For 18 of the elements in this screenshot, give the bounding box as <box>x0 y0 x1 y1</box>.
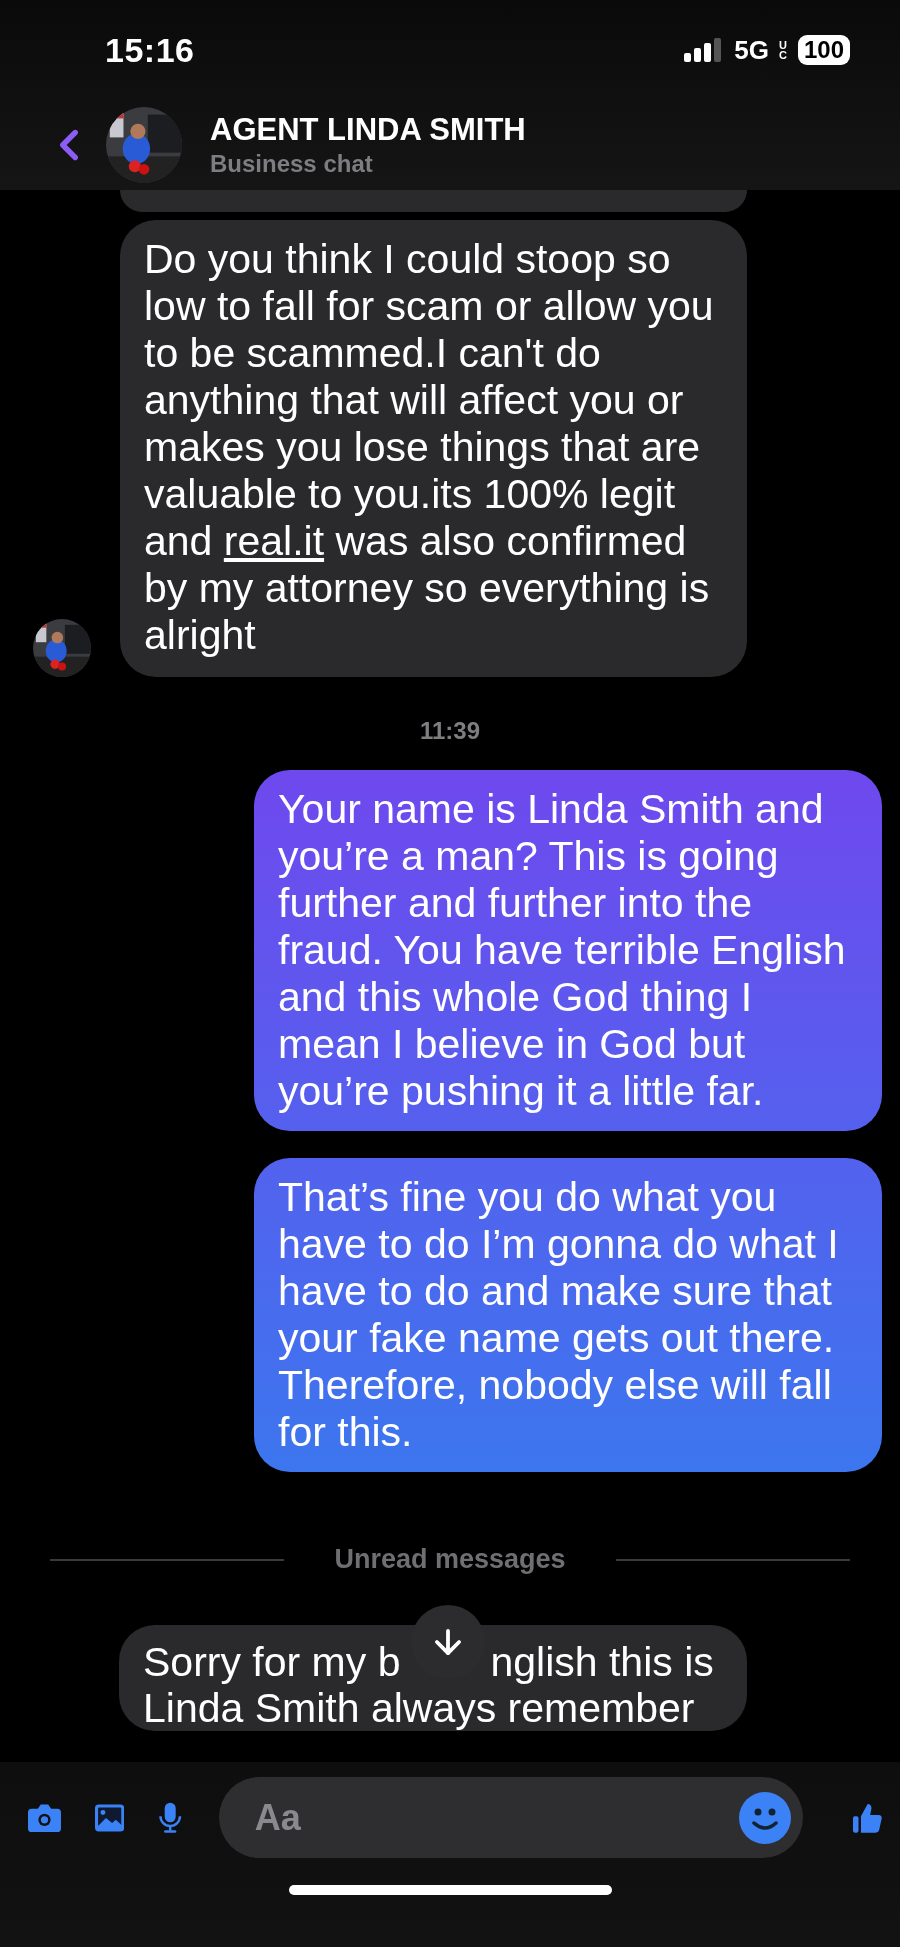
message-bubble: Do you think I could stoop so low to fall for scam or allow you to be scammed.I can't do anything that will affect you or makes you lose things that are valuable to you.its 100% legit and real.it was also confirmed by my attorney so everything is alright <box>120 220 747 677</box>
message-bubble: Your name is Linda Smith and you’re a man? This is going further and further into the fraud. You have terrible English and this whole God thing I mean I believe in God but you’re pushing it a little far. <box>254 770 882 1131</box>
message-text: Linda Smith always remember <box>143 1685 696 1731</box>
network-type-label: UC <box>778 40 788 60</box>
message-text: nglish this is <box>490 1639 714 1685</box>
message-text: Sorry for my b <box>143 1639 401 1685</box>
message-bubble: That’s fine you do what you have to do I’m gonna do what I have to do and make sure that your fake name gets out there. Therefore, nobody else will fall for this. <box>254 1158 882 1472</box>
network-label: 5G <box>734 34 769 66</box>
emoji-icon[interactable] <box>738 1791 791 1844</box>
battery-level: 100 <box>797 35 850 65</box>
message-time: 11:39 <box>419 717 481 745</box>
message-field[interactable]: Aa <box>218 1777 803 1858</box>
message-link[interactable]: real.it <box>223 518 325 564</box>
unread-divider-label: Unread messages <box>334 1544 566 1575</box>
status-time: 15:16 <box>105 30 195 70</box>
chat-subtitle: Business chat <box>210 150 374 178</box>
contact-name: AGENT LINDA SMITH <box>210 112 526 148</box>
message-input[interactable]: Aa <box>252 1795 739 1840</box>
